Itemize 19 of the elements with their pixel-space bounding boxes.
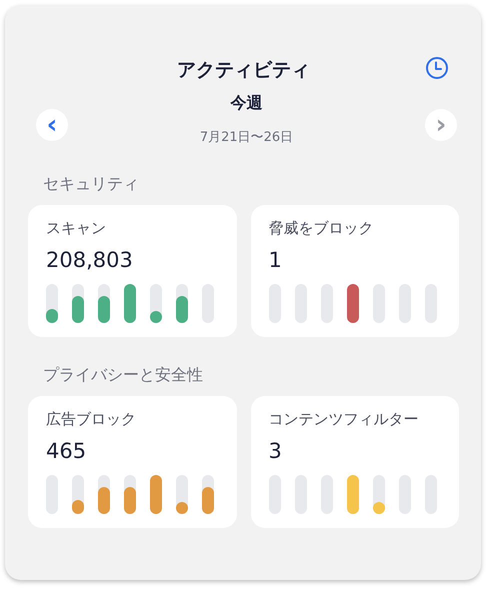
section-title: セキュリティ xyxy=(43,174,140,195)
stat-card[interactable]: コンテンツフィルター 3 xyxy=(250,396,459,528)
stat-label: スキャン xyxy=(46,219,107,238)
stat-value: 208,803 xyxy=(46,248,134,272)
window-title: アクティビティ xyxy=(177,58,310,83)
clock-icon[interactable] xyxy=(425,56,449,80)
stat-label: 広告ブロック xyxy=(46,410,137,429)
date-range: 7月21日〜26日 xyxy=(200,129,294,146)
stat-card[interactable]: 広告ブロック 465 xyxy=(28,396,236,528)
stat-label: コンテンツフィルター xyxy=(268,410,420,429)
period-label: 今週 xyxy=(230,93,262,114)
stat-value: 465 xyxy=(46,439,88,463)
stat-card[interactable]: 脅威をブロック 1 xyxy=(250,205,459,337)
stat-value: 1 xyxy=(268,248,283,272)
stat-card[interactable]: スキャン 208,803 xyxy=(28,205,236,337)
stat-value: 3 xyxy=(268,439,283,463)
stat-label: 脅威をブロック xyxy=(268,219,374,238)
previous-button[interactable]: ‹ xyxy=(36,108,68,140)
section-title: プライバシーと安全性 xyxy=(43,365,204,386)
